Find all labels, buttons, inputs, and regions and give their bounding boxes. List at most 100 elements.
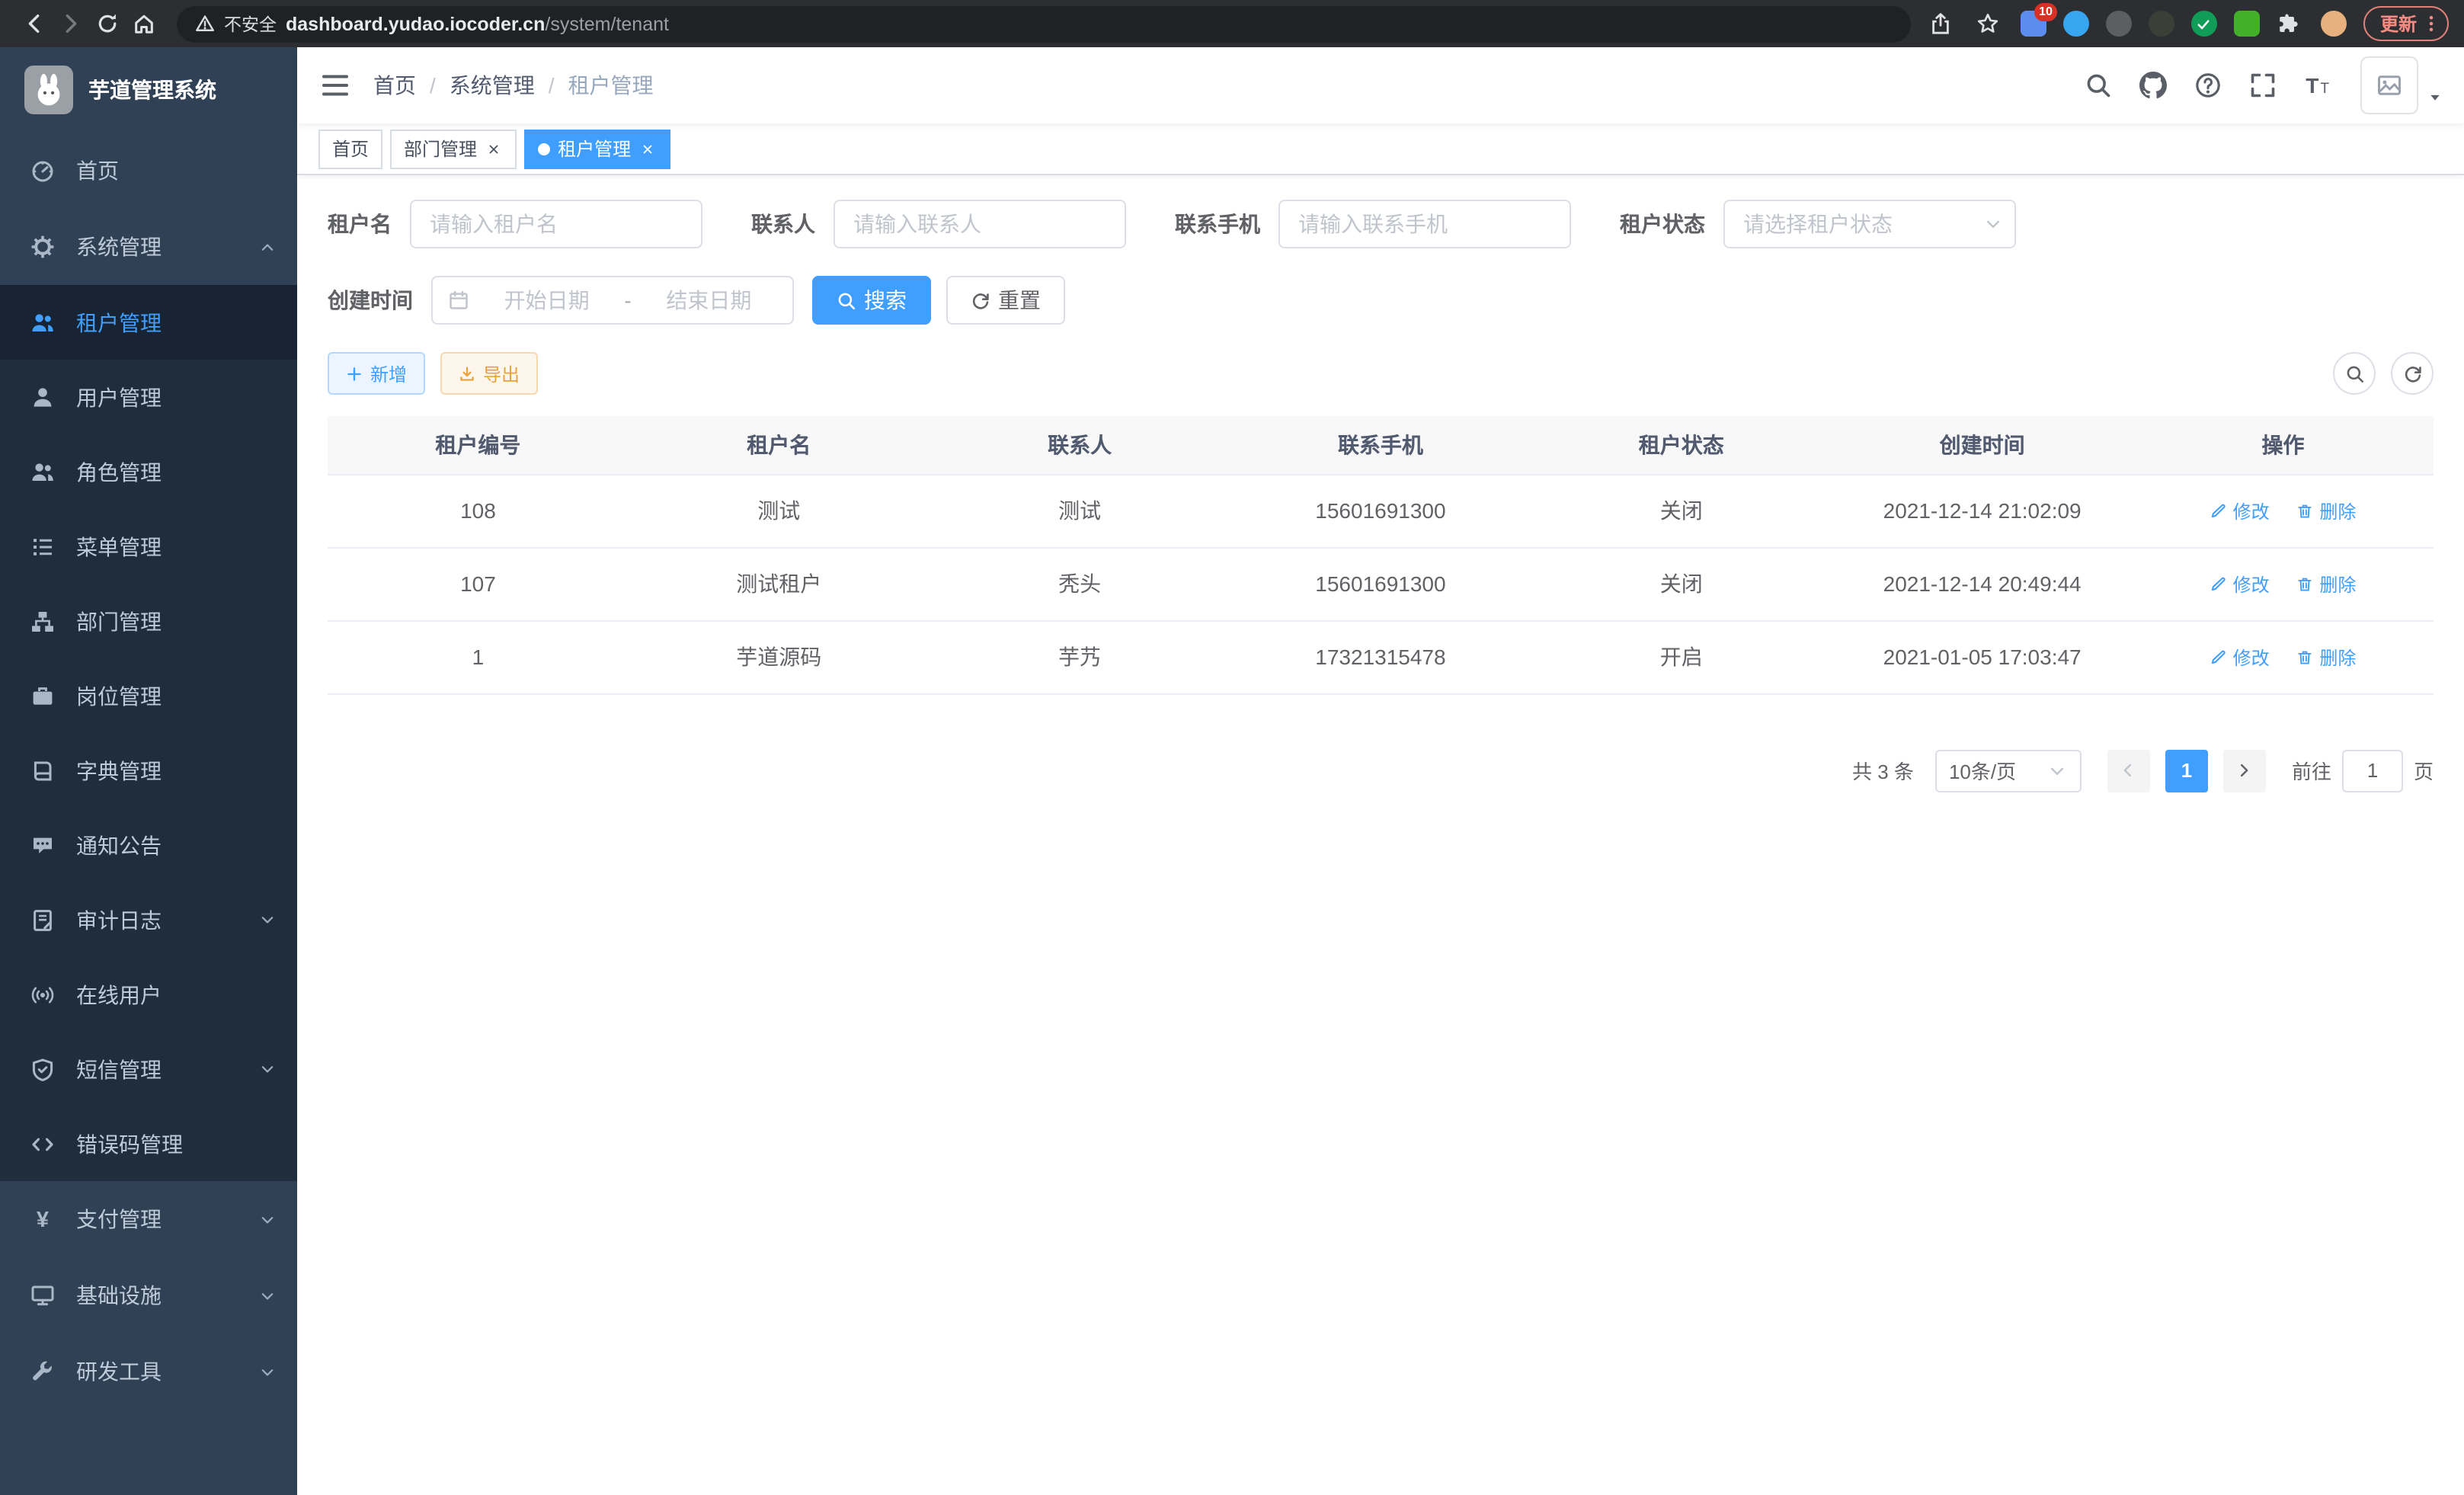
sidebar-item-sms[interactable]: 短信管理: [0, 1032, 297, 1106]
delete-button[interactable]: 删除: [2296, 498, 2356, 523]
table-row: 107 测试租户 秃头 15601691300 关闭 2021-12-14 20…: [328, 547, 2434, 620]
goto-page-input[interactable]: [2342, 749, 2403, 792]
security-warning-icon[interactable]: [195, 14, 215, 34]
menu-label: 基础设施: [76, 1280, 162, 1311]
reset-button[interactable]: 重置: [946, 276, 1065, 325]
monitor-icon: [30, 1283, 55, 1308]
breadcrumb-system[interactable]: 系统管理: [450, 70, 535, 101]
edit-button[interactable]: 修改: [2210, 498, 2270, 523]
delete-button[interactable]: 删除: [2296, 644, 2356, 670]
sidebar-item-online-users[interactable]: 在线用户: [0, 957, 297, 1032]
export-button[interactable]: 导出: [440, 352, 538, 395]
sidebar-item-notices[interactable]: 通知公告: [0, 808, 297, 882]
header-search-icon[interactable]: [2071, 47, 2126, 123]
sidebar-item-home[interactable]: 首页: [0, 133, 297, 209]
avatar-dropdown-caret-icon[interactable]: [2427, 90, 2443, 105]
chevron-down-icon: [259, 1287, 276, 1304]
extension-icon-3[interactable]: [2106, 11, 2132, 37]
table-header-row: 租户编号 租户名 联系人 联系手机 租户状态 创建时间 操作: [328, 416, 2434, 474]
prev-page-button[interactable]: [2107, 749, 2150, 792]
tenant-name-input[interactable]: [410, 200, 702, 248]
delete-button[interactable]: 删除: [2296, 571, 2356, 597]
extension-icon-1[interactable]: 10: [2021, 11, 2046, 37]
sidebar-item-menus[interactable]: 菜单管理: [0, 509, 297, 584]
extensions-puzzle-icon[interactable]: [2277, 10, 2304, 37]
app-logo[interactable]: 芋道管理系统: [0, 47, 297, 133]
menu-label: 首页: [76, 155, 119, 186]
extension-icon-2[interactable]: [2063, 11, 2089, 37]
next-page-button[interactable]: [2223, 749, 2266, 792]
browser-home-icon[interactable]: [125, 5, 162, 42]
browser-forward-icon[interactable]: [52, 5, 88, 42]
page-size-select[interactable]: 10条/页: [1935, 749, 2082, 792]
org-tree-icon: [30, 609, 55, 633]
browser-actions: 10 更新: [1926, 5, 2449, 42]
tab-close-icon[interactable]: [638, 139, 657, 158]
search-button[interactable]: 搜索: [812, 276, 931, 325]
show-search-toggle-button[interactable]: [2333, 352, 2376, 395]
extension-icon-6[interactable]: [2234, 11, 2260, 37]
sidebar-item-infrastructure[interactable]: 基础设施: [0, 1257, 297, 1333]
total-count-label: 共 3 条: [1852, 756, 1914, 785]
fullscreen-icon[interactable]: [2235, 47, 2290, 123]
status-select-input[interactable]: [1723, 200, 2016, 248]
sidebar-item-dev-tools[interactable]: 研发工具: [0, 1333, 297, 1410]
browser-reload-icon[interactable]: [88, 5, 125, 42]
header-tenant-name: 租户名: [629, 416, 930, 474]
sidebar-item-system[interactable]: 系统管理: [0, 209, 297, 285]
sidebar-item-users[interactable]: 用户管理: [0, 360, 297, 434]
sidebar-item-dictionary[interactable]: 字典管理: [0, 733, 297, 808]
tab-departments[interactable]: 部门管理: [390, 129, 517, 168]
pencil-icon: [2210, 575, 2227, 592]
tab-label: 租户管理: [558, 136, 631, 162]
trash-icon: [2296, 648, 2313, 665]
kebab-menu-icon[interactable]: [2421, 14, 2441, 34]
sidebar-item-positions[interactable]: 岗位管理: [0, 658, 297, 733]
sidebar-toggle-button[interactable]: [297, 47, 373, 123]
arrow-left-icon: [2120, 762, 2137, 779]
page-number-button[interactable]: 1: [2165, 749, 2208, 792]
sidebar-item-tenant[interactable]: 租户管理: [0, 285, 297, 360]
add-button[interactable]: 新增: [328, 352, 425, 395]
user-avatar[interactable]: [2360, 56, 2418, 114]
browser-profile-avatar[interactable]: [2321, 11, 2347, 37]
contact-input[interactable]: [834, 200, 1126, 248]
date-range-picker[interactable]: 开始日期 - 结束日期: [431, 276, 794, 325]
address-bar[interactable]: 不安全 dashboard.yudao.iocoder.cn/system/te…: [177, 5, 1911, 42]
edit-button[interactable]: 修改: [2210, 644, 2270, 670]
chevron-down-icon: [259, 911, 276, 928]
help-icon[interactable]: [2181, 47, 2235, 123]
sidebar-item-payment[interactable]: 支付管理: [0, 1181, 297, 1257]
github-icon[interactable]: [2126, 47, 2181, 123]
refresh-table-button[interactable]: [2391, 352, 2434, 395]
menu-label: 部门管理: [76, 606, 162, 636]
contact-cell: 秃头: [930, 547, 1230, 620]
share-icon[interactable]: [1926, 5, 1957, 42]
status-select[interactable]: [1723, 200, 2016, 248]
extension-icon-5[interactable]: [2191, 11, 2217, 37]
bookmark-star-icon[interactable]: [1973, 5, 2004, 42]
tab-home[interactable]: 首页: [318, 129, 382, 168]
refresh-icon: [971, 290, 990, 310]
status-label: 租户状态: [1620, 209, 1705, 239]
tab-close-icon[interactable]: [485, 139, 503, 158]
security-label: 不安全: [224, 11, 277, 36]
sidebar-item-departments[interactable]: 部门管理: [0, 584, 297, 658]
user-icon: [30, 385, 55, 409]
reset-button-label: 重置: [998, 285, 1041, 315]
breadcrumb-home[interactable]: 首页: [373, 70, 416, 101]
sidebar-item-roles[interactable]: 角色管理: [0, 434, 297, 509]
content-area: 租户名 联系人 联系手机 租户状态: [297, 175, 2464, 1495]
phone-input[interactable]: [1278, 200, 1571, 248]
sidebar-item-audit-logs[interactable]: 审计日志: [0, 882, 297, 957]
trash-icon: [2296, 502, 2313, 519]
sidebar-item-error-codes[interactable]: 错误码管理: [0, 1106, 297, 1181]
browser-back-icon[interactable]: [15, 5, 52, 42]
edit-button[interactable]: 修改: [2210, 571, 2270, 597]
browser-update-button[interactable]: 更新: [2363, 6, 2449, 41]
extension-icon-4[interactable]: [2149, 11, 2174, 37]
font-size-icon[interactable]: [2290, 47, 2345, 123]
export-button-label: 导出: [483, 360, 520, 386]
sidebar-menu: 首页 系统管理 租户管理 用户管理: [0, 133, 297, 1410]
tab-tenant[interactable]: 租户管理: [524, 129, 670, 168]
